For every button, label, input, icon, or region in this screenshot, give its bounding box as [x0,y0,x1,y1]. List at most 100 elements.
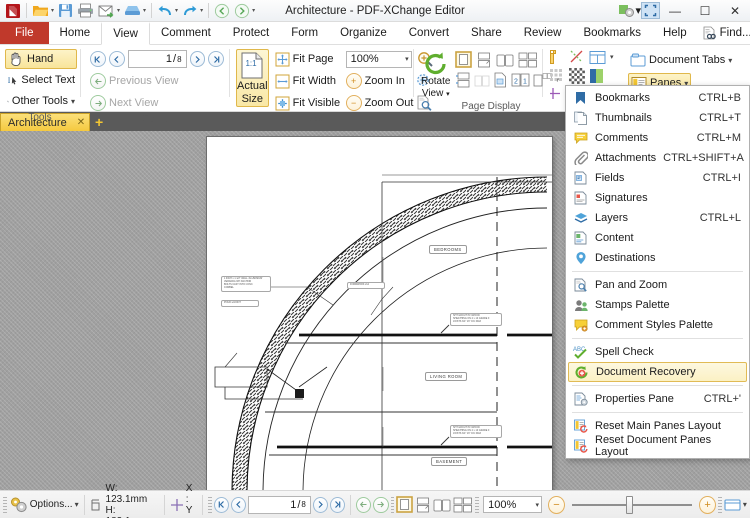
chevron-down-icon[interactable]: ▾ [405,55,409,63]
previous-page-button[interactable] [108,51,125,67]
menu-item-reset-document-panes-layout[interactable]: Reset Document Panes Layout [566,434,749,458]
redo-icon[interactable] [180,1,200,21]
statusbar-first-page-button[interactable] [213,496,230,513]
statusbar-previous-page-button[interactable] [231,496,247,513]
hand-tool-button[interactable]: Hand [5,49,77,69]
menu-item-review[interactable]: Review [513,22,573,44]
chevron-down-icon[interactable]: ▾ [535,501,539,509]
zoom-slider-thumb[interactable] [626,495,634,514]
select-text-button[interactable]: I Select Text [5,70,77,90]
menu-item-comments[interactable]: Comments CTRL+M [566,128,749,148]
menu-item-pan-and-zoom[interactable]: Pan and Zoom [566,275,749,295]
menu-item-stamps-palette[interactable]: Stamps Palette [566,295,749,315]
fit-width-button[interactable]: Fit Width + Zoom In [273,71,436,91]
pdf-page[interactable]: BEDROOMS LIVING ROOM BASEMENT 1 INCH x 1… [207,137,552,490]
print-icon[interactable] [75,1,96,21]
grid-button[interactable] [549,68,565,84]
cover-page-button[interactable]: 21 [511,72,530,88]
rulers-button[interactable] [549,49,565,65]
menu-item-comment[interactable]: Comment [150,22,222,44]
other-tools-button[interactable]: Other Tools ▾ [5,91,77,111]
menu-item-bookmarks[interactable]: Bookmarks CTRL+B [566,88,749,108]
next-view-button[interactable]: Next View [88,93,226,113]
menu-item-protect[interactable]: Protect [222,22,280,44]
split-pane-button[interactable] [589,50,606,65]
document-tabs-arrow[interactable]: ▾ [728,56,732,65]
statusbar-grip-4[interactable] [475,496,480,513]
close-button[interactable]: ✕ [720,0,750,22]
zoom-level-combo[interactable]: 100% ▾ [345,50,412,68]
statusbar-grip-2[interactable] [208,496,212,513]
transparency-grid-button[interactable] [569,68,585,84]
undo-icon[interactable] [155,1,175,21]
first-page-button[interactable] [90,51,106,67]
statusbar-single-page-button[interactable] [396,496,414,513]
panes-dropdown-menu[interactable]: Bookmarks CTRL+B Thumbnails CTRL+T Comme… [565,85,750,459]
statusbar-grip-3[interactable] [390,496,395,513]
menu-item-convert[interactable]: Convert [398,22,460,44]
redo-dropdown-arrow[interactable]: ▾ [200,1,205,21]
menu-item-bookmarks[interactable]: Bookmarks [572,22,652,44]
statusbar-zoom-in-button[interactable]: + [699,495,717,514]
ribbon-customize-icon[interactable] [618,3,635,18]
statusbar-two-page-continuous-button[interactable] [453,497,473,513]
document-tabs-button[interactable]: Document Tabs ▾ [628,50,734,70]
menu-item-attachments[interactable]: Attachments CTRL+SHIFT+A [566,148,749,168]
menu-item-comment-styles-palette[interactable]: Comment Styles Palette [566,315,749,335]
menu-item-file[interactable]: File [0,22,49,44]
zoom-out-icon[interactable]: − [345,95,362,111]
menu-item-help[interactable]: Help [652,22,698,44]
statusbar-zoom-combo[interactable]: 100% ▾ [483,496,542,513]
previous-view-button[interactable]: Previous View [88,71,226,91]
back-icon[interactable] [212,1,232,21]
options-arrow[interactable]: ▾ [75,499,79,510]
zoom-in-icon[interactable]: + [345,73,362,89]
other-tools-arrow[interactable]: ▾ [71,97,75,106]
split-pane-arrow[interactable]: ▾ [610,53,614,61]
fit-visible-button[interactable]: Fit Visible − Zoom Out [273,93,436,113]
menu-item-share[interactable]: Share [460,22,513,44]
menu-item-home[interactable]: Home [49,22,102,44]
rotate-view-button[interactable]: Rotate View ▾ [421,49,450,100]
theme-button[interactable] [589,68,604,84]
statusbar-grip-1[interactable] [3,496,7,513]
statusbar-layout-button[interactable] [724,498,741,512]
single-page-view-button[interactable] [455,51,473,68]
statusbar-grip-5[interactable] [718,496,722,513]
last-page-button[interactable] [208,51,225,67]
statusbar-layout-arrow[interactable]: ▾ [743,499,747,510]
two-page-view-button[interactable] [496,52,514,68]
next-page-button[interactable] [189,51,206,67]
statusbar-next-view-button[interactable] [373,496,389,513]
menu-item-organize[interactable]: Organize [329,22,398,44]
page-number-input[interactable]: 1/8 [127,50,187,68]
statusbar-previous-view-button[interactable] [356,496,372,513]
fit-page-button[interactable]: Fit Page 100% ▾ [273,49,436,69]
guides-button[interactable] [569,49,585,65]
maximize-button[interactable]: ☐ [690,0,720,22]
menu-item-fields[interactable]: Fields CTRL+I [566,168,749,188]
single-page-continuous-button[interactable] [476,52,492,68]
scan-icon[interactable] [122,1,143,21]
fullscreen-icon[interactable] [641,2,660,19]
menu-item-view[interactable]: View [101,22,150,45]
menu-item-reset-main-panes-layout[interactable]: Reset Main Panes Layout [566,416,749,436]
scan-dropdown-arrow[interactable]: ▾ [143,1,148,21]
forward-icon[interactable] [232,1,252,21]
quick-access-toolbar[interactable]: ◣ ▾ ▾ ▾ ▾ ▾ ▾ [0,1,257,21]
menu-item-spell-check[interactable]: ABC Spell Check [566,342,749,362]
statusbar-single-continuous-button[interactable] [415,497,431,513]
statusbar-next-page-button[interactable] [312,496,329,513]
zoom-slider-track[interactable] [572,495,693,514]
actual-size-button[interactable]: 1:1 Actual Size [236,49,269,107]
menu-item-properties-pane[interactable]: Properties Pane CTRL+' [566,389,749,409]
zoom-slider[interactable] [572,495,693,514]
save-icon[interactable] [56,1,75,21]
menu-item-layers[interactable]: Layers CTRL+L [566,208,749,228]
menu-item-destinations[interactable]: Destinations [566,248,749,268]
page-transitions-button[interactable] [493,72,508,88]
email-icon[interactable] [96,1,117,21]
statusbar-two-page-button[interactable] [433,497,451,513]
menu-item-form[interactable]: Form [280,22,329,44]
minimize-button[interactable]: — [660,0,690,22]
